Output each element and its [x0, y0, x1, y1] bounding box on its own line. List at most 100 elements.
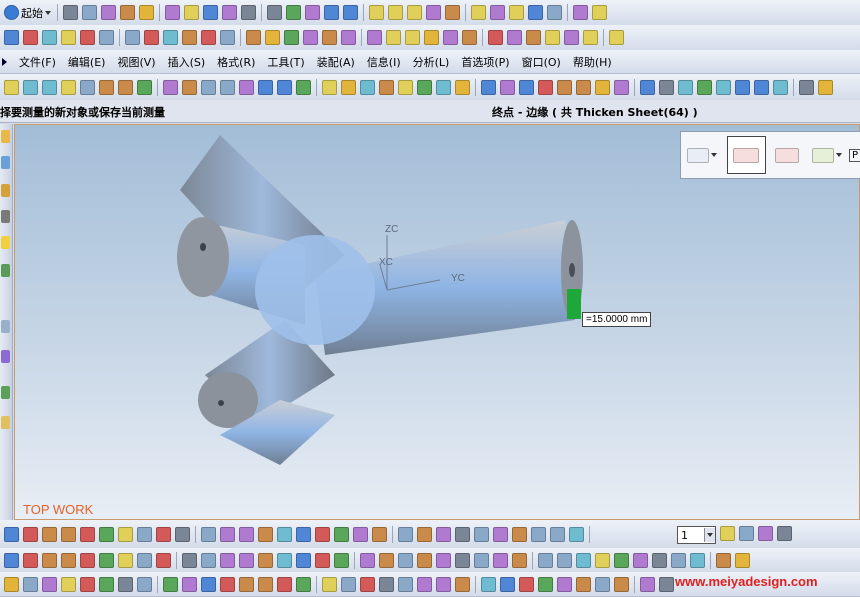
constraint-icon[interactable] — [315, 526, 330, 542]
move-icon[interactable] — [23, 576, 38, 592]
box-icon[interactable] — [545, 30, 560, 45]
plane-icon[interactable] — [42, 30, 57, 45]
menu-insert[interactable]: 插入(S) — [168, 54, 206, 70]
draft-analysis-icon[interactable] — [659, 79, 674, 95]
mirror-icon[interactable] — [353, 526, 368, 542]
circle-icon[interactable] — [379, 576, 394, 592]
cone-icon[interactable] — [512, 552, 527, 568]
thicken-icon[interactable] — [455, 79, 470, 95]
slot-icon[interactable] — [296, 79, 311, 95]
parallel-distance-button[interactable] — [726, 136, 766, 174]
layer-select[interactable]: 1 — [677, 526, 716, 544]
angle-dim-icon[interactable] — [481, 576, 496, 592]
delete-icon[interactable] — [690, 552, 705, 568]
spline-icon[interactable] — [239, 576, 254, 592]
layer-icon[interactable] — [474, 552, 489, 568]
render-icon[interactable] — [137, 576, 152, 592]
ellipse-icon[interactable] — [220, 526, 235, 542]
boss-icon[interactable] — [239, 79, 254, 95]
radius-icon[interactable] — [595, 79, 610, 95]
offset-icon[interactable] — [341, 576, 356, 592]
relation-icon[interactable] — [538, 576, 553, 592]
sphere-icon[interactable] — [538, 552, 553, 568]
spotlight-icon[interactable] — [341, 30, 356, 45]
menu-info[interactable]: 信息(I) — [367, 54, 401, 70]
model-view[interactable] — [15, 125, 860, 521]
delete-icon[interactable] — [80, 576, 95, 592]
paste-icon[interactable] — [61, 576, 76, 592]
menu-window[interactable]: 窗口(O) — [522, 54, 561, 70]
selected-edge[interactable] — [567, 289, 581, 319]
spline-icon[interactable] — [42, 526, 57, 542]
select-icon[interactable] — [4, 576, 19, 592]
blend-icon[interactable] — [341, 79, 356, 95]
dim-icon[interactable] — [455, 576, 470, 592]
photo-icon[interactable] — [573, 5, 588, 20]
sweep-icon[interactable] — [303, 30, 318, 45]
mirror-icon[interactable] — [557, 576, 572, 592]
cone-icon[interactable] — [512, 526, 527, 542]
snap-icon[interactable] — [739, 526, 754, 541]
fillet-icon[interactable] — [80, 526, 95, 542]
polygon-icon[interactable] — [398, 576, 413, 592]
layer-select-arrow[interactable] — [704, 528, 715, 542]
patch-icon[interactable] — [500, 79, 515, 95]
trim-icon[interactable] — [99, 526, 114, 542]
angle-dim-icon[interactable] — [277, 526, 292, 542]
rotate-icon[interactable] — [324, 5, 339, 20]
reuse-library-icon[interactable] — [1, 184, 10, 197]
feature-icon[interactable] — [163, 30, 178, 45]
sheet-metal-icon[interactable] — [754, 79, 769, 95]
menu-file[interactable]: 文件(F) — [19, 54, 56, 70]
rect-icon[interactable] — [360, 576, 375, 592]
polygon-icon[interactable] — [201, 552, 216, 568]
fillet-icon[interactable] — [80, 552, 95, 568]
shell-icon[interactable] — [379, 79, 394, 95]
magnify-icon[interactable] — [583, 30, 598, 45]
deviation-icon[interactable] — [678, 79, 693, 95]
ellipse-icon[interactable] — [220, 552, 235, 568]
cone-icon[interactable] — [220, 30, 235, 45]
history-icon[interactable] — [1, 264, 10, 277]
grid-icon[interactable] — [576, 552, 591, 568]
spline-icon[interactable] — [42, 552, 57, 568]
part-icon[interactable] — [4, 79, 19, 95]
section-icon[interactable] — [614, 79, 629, 95]
scale-icon[interactable] — [436, 79, 451, 95]
transform-icon[interactable] — [125, 30, 140, 45]
curve-icon[interactable] — [23, 552, 38, 568]
curve-measure-button[interactable] — [809, 137, 846, 173]
pipe-icon[interactable] — [735, 79, 750, 95]
menu-format[interactable]: 格式(R) — [217, 54, 255, 70]
intersect-icon[interactable] — [614, 576, 629, 592]
show-icon[interactable] — [455, 526, 470, 542]
graphics-window[interactable]: ZC XC YC TOP WORK — [14, 124, 860, 520]
mass-icon[interactable] — [697, 79, 712, 95]
distance-icon[interactable] — [557, 79, 572, 95]
palette-icon[interactable] — [1, 416, 10, 429]
radius-dim-icon[interactable] — [500, 576, 515, 592]
extend-icon[interactable] — [322, 576, 337, 592]
project-icon[interactable] — [398, 526, 413, 542]
tiff-icon[interactable] — [405, 30, 420, 45]
paste-icon[interactable] — [671, 552, 686, 568]
curve-icon[interactable] — [182, 79, 197, 95]
angle-icon[interactable] — [576, 79, 591, 95]
menu-preferences[interactable]: 首选项(P) — [461, 54, 509, 70]
search-icon[interactable] — [564, 30, 579, 45]
bulb-icon[interactable] — [322, 30, 337, 45]
menu-edit[interactable]: 编辑(E) — [68, 54, 106, 70]
color-icon[interactable] — [493, 526, 508, 542]
assembly-icon[interactable] — [23, 79, 38, 95]
jpeg-icon[interactable] — [443, 30, 458, 45]
freeform-icon[interactable] — [137, 79, 152, 95]
shade-icon[interactable] — [735, 552, 750, 568]
analyze-icon[interactable] — [490, 5, 505, 20]
menu-help[interactable]: 帮助(H) — [573, 54, 612, 70]
view-cube-icon[interactable] — [369, 5, 384, 20]
part-navigator-icon[interactable] — [1, 130, 10, 143]
radius-dim-icon[interactable] — [296, 552, 311, 568]
cylinder-icon[interactable] — [201, 30, 216, 45]
block-icon[interactable] — [182, 30, 197, 45]
assembly-navigator-icon[interactable] — [1, 156, 10, 169]
